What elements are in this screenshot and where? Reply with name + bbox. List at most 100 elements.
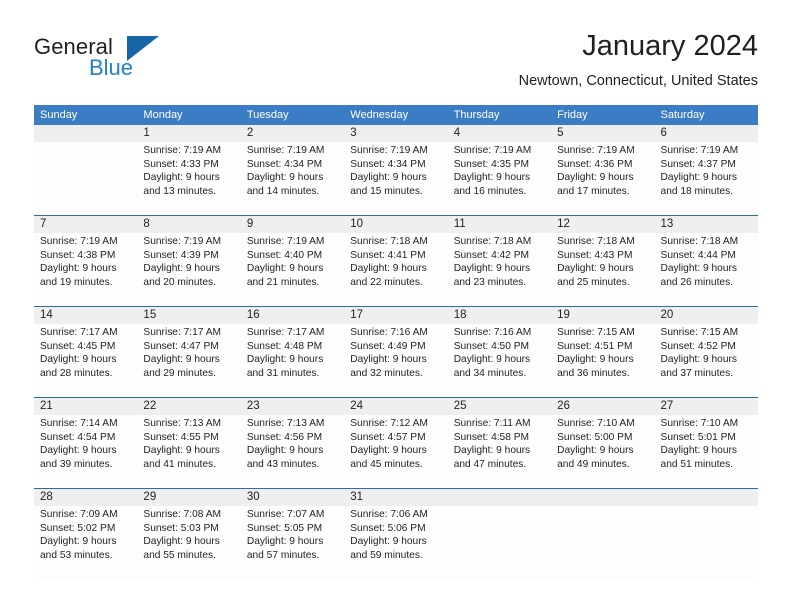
page-title: January 2024 [582, 30, 758, 62]
daylight-text-line2: and 59 minutes. [350, 549, 423, 561]
day-cell[interactable]: 5 Sunrise: 7:19 AM Sunset: 4:36 PM Daylight… [551, 125, 654, 215]
day-cell[interactable]: 13 Sunrise: 7:18 AM Sunset: 4:44 PM Dayligh… [655, 216, 758, 306]
day-cell-empty [655, 489, 758, 579]
sunrise-text: Sunrise: 7:19 AM [40, 236, 118, 247]
day-sun-info: Sunrise: 7:19 AM Sunset: 4:33 PM Daylight:… [143, 144, 234, 198]
day-cell[interactable]: 25 Sunrise: 7:11 AM Sunset: 4:58 PM Dayligh… [448, 398, 551, 488]
day-cell[interactable]: 2 Sunrise: 7:19 AM Sunset: 4:34 PM Daylight… [241, 125, 344, 215]
daylight-text-line1: Daylight: 9 hours [40, 354, 117, 366]
day-cell[interactable]: 18 Sunrise: 7:16 AM Sunset: 4:50 PM Dayligh… [448, 307, 551, 397]
day-sun-info: Sunrise: 7:10 AM Sunset: 5:00 PM Daylight:… [557, 417, 648, 471]
page-subtitle: Newtown, Connecticut, United States [518, 73, 758, 89]
day-cell[interactable]: 28 Sunrise: 7:09 AM Sunset: 5:02 PM Dayligh… [34, 489, 137, 579]
day-cells: 7 Sunrise: 7:19 AM Sunset: 4:38 PM Daylight… [34, 216, 758, 306]
daylight-text-line2: and 14 minutes. [246, 185, 320, 197]
daylight-text-line2: and 15 minutes. [350, 185, 423, 197]
sunrise-text: Sunrise: 7:18 AM [350, 236, 428, 247]
day-number: 19 [557, 309, 570, 321]
day-cell[interactable]: 23 Sunrise: 7:13 AM Sunset: 4:56 PM Dayligh… [241, 398, 344, 488]
day-number: 12 [557, 218, 570, 230]
day-cell[interactable]: 22 Sunrise: 7:13 AM Sunset: 4:55 PM Dayligh… [137, 398, 240, 488]
day-cell[interactable]: 29 Sunrise: 7:08 AM Sunset: 5:03 PM Dayligh… [137, 489, 240, 579]
day-sun-info: Sunrise: 7:18 AM Sunset: 4:43 PM Daylight:… [557, 235, 648, 289]
day-number: 29 [143, 491, 157, 503]
daylight-text-line2: and 39 minutes. [40, 458, 113, 470]
daylight-text-line1: Daylight: 9 hours [557, 354, 634, 366]
day-cell[interactable]: 21 Sunrise: 7:14 AM Sunset: 4:54 PM Dayligh… [34, 398, 137, 488]
sunrise-text: Sunrise: 7:19 AM [246, 145, 325, 156]
daylight-text-line2: and 49 minutes. [557, 458, 630, 470]
sunrise-text: Sunrise: 7:06 AM [350, 509, 428, 520]
general-blue-logo: General Blue [34, 34, 244, 90]
sunset-text: Sunset: 4:39 PM [143, 249, 219, 261]
daylight-text-line2: and 16 minutes. [453, 185, 527, 197]
sunrise-text: Sunrise: 7:19 AM [557, 145, 635, 156]
day-number: 13 [660, 218, 674, 230]
sunset-text: Sunset: 4:54 PM [40, 431, 116, 443]
day-sun-info: Sunrise: 7:15 AM Sunset: 4:52 PM Daylight:… [661, 326, 752, 380]
day-cell[interactable]: 4 Sunrise: 7:19 AM Sunset: 4:35 PM Daylight… [448, 125, 551, 215]
daylight-text-line2: and 21 minutes. [246, 276, 320, 288]
day-cell[interactable]: 26 Sunrise: 7:10 AM Sunset: 5:00 PM Dayligh… [551, 398, 654, 488]
day-number: 3 [350, 127, 357, 139]
day-number: 26 [557, 400, 570, 412]
sunset-text: Sunset: 4:40 PM [246, 249, 323, 261]
day-cell[interactable]: 9 Sunrise: 7:19 AM Sunset: 4:40 PM Daylight… [241, 216, 344, 306]
day-cell[interactable]: 17 Sunrise: 7:16 AM Sunset: 4:49 PM Dayligh… [344, 307, 447, 397]
day-sun-info: Sunrise: 7:18 AM Sunset: 4:44 PM Daylight:… [661, 235, 752, 289]
day-sun-info: Sunrise: 7:06 AM Sunset: 5:06 PM Daylight:… [350, 508, 441, 562]
sunset-text: Sunset: 4:43 PM [557, 249, 633, 261]
day-cell[interactable]: 7 Sunrise: 7:19 AM Sunset: 4:38 PM Daylight… [34, 216, 137, 306]
day-sun-info: Sunrise: 7:11 AM Sunset: 4:58 PM Daylight:… [454, 417, 545, 471]
sunrise-text: Sunrise: 7:11 AM [453, 418, 531, 429]
daylight-text-line1: Daylight: 9 hours [143, 445, 220, 457]
day-cell[interactable]: 15 Sunrise: 7:17 AM Sunset: 4:47 PM Dayligh… [137, 307, 240, 397]
day-number: 14 [40, 309, 53, 321]
sunset-text: Sunset: 5:05 PM [246, 522, 323, 534]
daylight-text-line2: and 53 minutes. [40, 549, 113, 561]
day-sun-info: Sunrise: 7:09 AM Sunset: 5:02 PM Daylight:… [40, 508, 131, 562]
day-sun-info: Sunrise: 7:19 AM Sunset: 4:40 PM Daylight:… [247, 235, 338, 289]
day-cell[interactable]: 20 Sunrise: 7:15 AM Sunset: 4:52 PM Dayligh… [655, 307, 758, 397]
day-cell[interactable]: 31 Sunrise: 7:06 AM Sunset: 5:06 PM Dayligh… [344, 489, 447, 579]
day-cell[interactable]: 8 Sunrise: 7:19 AM Sunset: 4:39 PM Daylight… [137, 216, 240, 306]
day-sun-info: Sunrise: 7:13 AM Sunset: 4:55 PM Daylight:… [143, 417, 234, 471]
daylight-text-line2: and 26 minutes. [660, 276, 734, 288]
day-cell[interactable]: 27 Sunrise: 7:10 AM Sunset: 5:01 PM Dayligh… [655, 398, 758, 488]
day-cell[interactable]: 6 Sunrise: 7:19 AM Sunset: 4:37 PM Daylight… [655, 125, 758, 215]
daylight-text-line2: and 29 minutes. [143, 367, 216, 379]
day-cell[interactable]: 10 Sunrise: 7:18 AM Sunset: 4:41 PM Dayligh… [344, 216, 447, 306]
daylight-text-line2: and 20 minutes. [143, 276, 216, 288]
daylight-text-line2: and 17 minutes. [557, 185, 630, 197]
day-cell[interactable]: 11 Sunrise: 7:18 AM Sunset: 4:42 PM Dayligh… [448, 216, 551, 306]
day-cell[interactable]: 16 Sunrise: 7:17 AM Sunset: 4:48 PM Dayligh… [241, 307, 344, 397]
calendar-week-row: 14 Sunrise: 7:17 AM Sunset: 4:45 PM Dayligh… [34, 306, 758, 397]
day-cell[interactable]: 19 Sunrise: 7:15 AM Sunset: 4:51 PM Dayligh… [551, 307, 654, 397]
logo-text-blue: Blue [89, 55, 134, 80]
day-number: 22 [143, 400, 157, 412]
sunrise-text: Sunrise: 7:19 AM [143, 236, 222, 247]
calendar-week-row: 7 Sunrise: 7:19 AM Sunset: 4:38 PM Daylight… [34, 215, 758, 306]
sunset-text: Sunset: 4:34 PM [350, 158, 426, 170]
day-sun-info: Sunrise: 7:14 AM Sunset: 4:54 PM Daylight:… [40, 417, 131, 471]
day-cell-empty [34, 125, 137, 215]
daylight-text-line1: Daylight: 9 hours [557, 172, 634, 184]
day-cell[interactable]: 3 Sunrise: 7:19 AM Sunset: 4:34 PM Daylight… [344, 125, 447, 215]
day-number: 31 [350, 491, 364, 503]
day-number: 23 [246, 400, 260, 412]
day-cell[interactable]: 14 Sunrise: 7:17 AM Sunset: 4:45 PM Dayligh… [34, 307, 137, 397]
day-cell[interactable]: 12 Sunrise: 7:18 AM Sunset: 4:43 PM Dayligh… [551, 216, 654, 306]
sunset-text: Sunset: 4:45 PM [40, 340, 116, 352]
daylight-text-line2: and 32 minutes. [350, 367, 423, 379]
day-sun-info: Sunrise: 7:10 AM Sunset: 5:01 PM Daylight:… [661, 417, 752, 471]
daylight-text-line2: and 28 minutes. [40, 367, 113, 379]
day-cell[interactable]: 24 Sunrise: 7:12 AM Sunset: 4:57 PM Dayligh… [344, 398, 447, 488]
daylight-text-line1: Daylight: 9 hours [660, 445, 737, 457]
day-number: 17 [350, 309, 364, 321]
daylight-text-line1: Daylight: 9 hours [350, 536, 427, 548]
daylight-text-line1: Daylight: 9 hours [246, 536, 324, 548]
day-cell[interactable]: 30 Sunrise: 7:07 AM Sunset: 5:05 PM Dayligh… [241, 489, 344, 579]
day-cell[interactable]: 1 Sunrise: 7:19 AM Sunset: 4:33 PM Daylight… [137, 125, 240, 215]
sunrise-text: Sunrise: 7:17 AM [143, 327, 222, 338]
day-number: 10 [350, 218, 364, 230]
